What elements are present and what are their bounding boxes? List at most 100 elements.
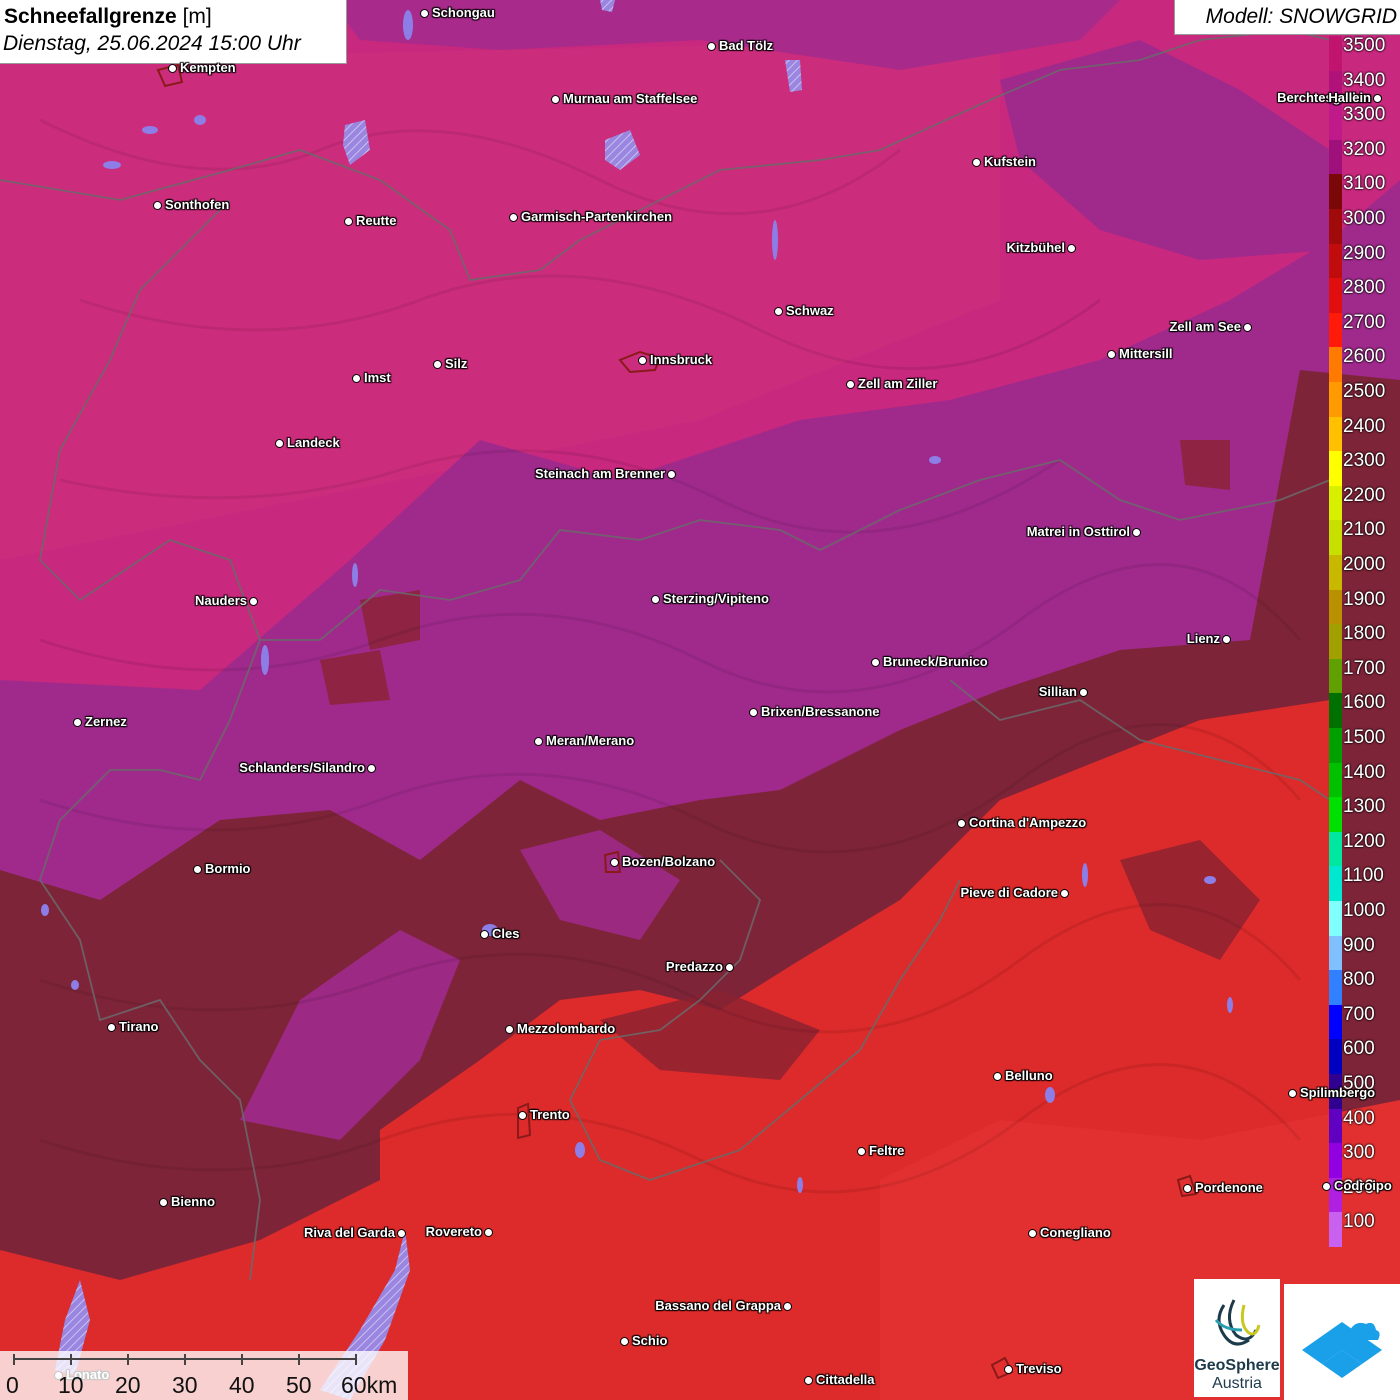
legend-label: 2900 (1343, 242, 1386, 264)
city-marker (638, 356, 647, 365)
city-marker (667, 470, 676, 479)
city-marker (367, 764, 376, 773)
city-label: Sonthofen (165, 197, 230, 212)
city-marker (193, 865, 202, 874)
city-marker (610, 858, 619, 867)
city-label: Zell am Ziller (858, 376, 938, 391)
legend-swatch (1329, 555, 1342, 591)
title-panel: Schneefallgrenze [m] Dienstag, 25.06.202… (0, 0, 347, 64)
city-marker (1060, 889, 1069, 898)
scale-label: 10 (58, 1372, 84, 1398)
legend-swatch (1329, 243, 1342, 279)
city-label: Tirano (119, 1019, 159, 1034)
city-label: Steinach am Brenner (534, 466, 665, 481)
city-marker (725, 963, 734, 972)
city-label: Mittersill (1119, 346, 1173, 361)
legend-swatch (1329, 347, 1342, 383)
city-label: Schio (632, 1333, 668, 1348)
forecast-datetime: Dienstag, 25.06.2024 15:00 Uhr (3, 32, 301, 55)
legend-label: 1400 (1343, 761, 1386, 783)
city-label: Kempten (180, 60, 236, 75)
legend-label: 1200 (1343, 830, 1386, 852)
city-label: Zell am See (1169, 319, 1241, 334)
city-label: Conegliano (1040, 1225, 1111, 1240)
legend-label: 1100 (1343, 865, 1384, 887)
city-label: Bormio (205, 861, 251, 876)
city-marker (1132, 528, 1141, 537)
geosphere-name: GeoSphere (1194, 1357, 1280, 1374)
city-label: Meran/Merano (546, 733, 635, 748)
city-label: Bassano del Grappa (655, 1298, 781, 1313)
city-label: Feltre (869, 1143, 905, 1158)
app-logo[interactable] (1284, 1284, 1400, 1400)
legend-label: 3300 (1343, 104, 1386, 126)
map-title: Schneefallgrenze [m] (4, 5, 212, 29)
legend-swatch (1329, 728, 1342, 764)
city-label: Garmisch-Partenkirchen (521, 209, 673, 224)
city-marker (871, 658, 880, 667)
legend-label: 3200 (1343, 138, 1386, 160)
legend-swatch (1329, 382, 1342, 418)
legend-swatch (1329, 209, 1342, 245)
city-marker (957, 819, 966, 828)
city-marker (1107, 350, 1116, 359)
legend-label: 3000 (1343, 208, 1386, 229)
legend-label: 1300 (1343, 796, 1386, 818)
scale-bar: 0 10 20 30 40 50 60km (0, 1351, 408, 1400)
color-legend (1329, 36, 1342, 1248)
legend-swatch (1329, 485, 1342, 521)
city-label: Innsbruck (650, 352, 713, 367)
city-marker (1183, 1184, 1192, 1193)
city-label: Belluno (1005, 1068, 1053, 1083)
legend-label: 1600 (1343, 692, 1386, 714)
legend-swatch (1329, 36, 1342, 72)
city-marker (783, 1302, 792, 1311)
city-marker (1222, 635, 1231, 644)
city-label: Brixen/Bressanone (761, 704, 880, 719)
legend-label: 100 (1343, 1211, 1375, 1233)
city-label: Codroipo (1334, 1178, 1392, 1193)
legend-swatch (1329, 866, 1342, 902)
legend-label: 3400 (1343, 69, 1386, 91)
city-marker (480, 930, 489, 939)
city-marker (1028, 1229, 1037, 1238)
legend-swatch (1329, 762, 1342, 798)
legend-swatch (1329, 624, 1342, 660)
geosphere-logo[interactable]: GeoSphere Austria (1194, 1279, 1280, 1397)
city-marker (1288, 1089, 1297, 1098)
legend-swatch (1329, 416, 1342, 452)
legend-label: 900 (1343, 934, 1375, 956)
city-label: Schongau (432, 5, 495, 20)
city-marker (107, 1023, 116, 1032)
city-label: Cortina d'Ampezzo (969, 815, 1087, 830)
city-marker (804, 1376, 813, 1385)
legend-label: 600 (1343, 1038, 1375, 1060)
scale-label: 50 (286, 1372, 312, 1398)
city-marker (551, 95, 560, 104)
city-label: Riva del Garda (303, 1225, 395, 1240)
city-marker (168, 64, 177, 73)
city-marker (420, 9, 429, 18)
legend-label: 1500 (1343, 727, 1386, 748)
city-label: Schlanders/Silandro (239, 760, 365, 775)
city-label: Pordenone (1195, 1180, 1263, 1195)
legend-swatch (1329, 1143, 1342, 1179)
city-marker (249, 597, 258, 606)
scale-label: 20 (115, 1372, 141, 1398)
city-marker (505, 1025, 514, 1034)
city-label: Bad Tölz (719, 38, 774, 53)
legend-swatch (1329, 1108, 1342, 1144)
legend-label: 2700 (1343, 311, 1386, 333)
city-label: Kufstein (984, 154, 1036, 169)
city-label: Mezzolombardo (517, 1021, 616, 1036)
legend-label: 2400 (1343, 415, 1386, 437)
legend-swatch (1329, 1004, 1342, 1040)
legend-label: 2000 (1343, 554, 1386, 575)
city-label: Sillian (1038, 684, 1077, 699)
legend-swatch (1329, 312, 1342, 348)
city-label: Cles (492, 926, 520, 941)
city-label: Pieve di Cadore (960, 885, 1058, 900)
model-panel: Modell: SNOWGRID (1174, 0, 1400, 35)
title-text: Schneefallgrenze (4, 5, 177, 28)
scale-label: 60km (341, 1372, 398, 1398)
